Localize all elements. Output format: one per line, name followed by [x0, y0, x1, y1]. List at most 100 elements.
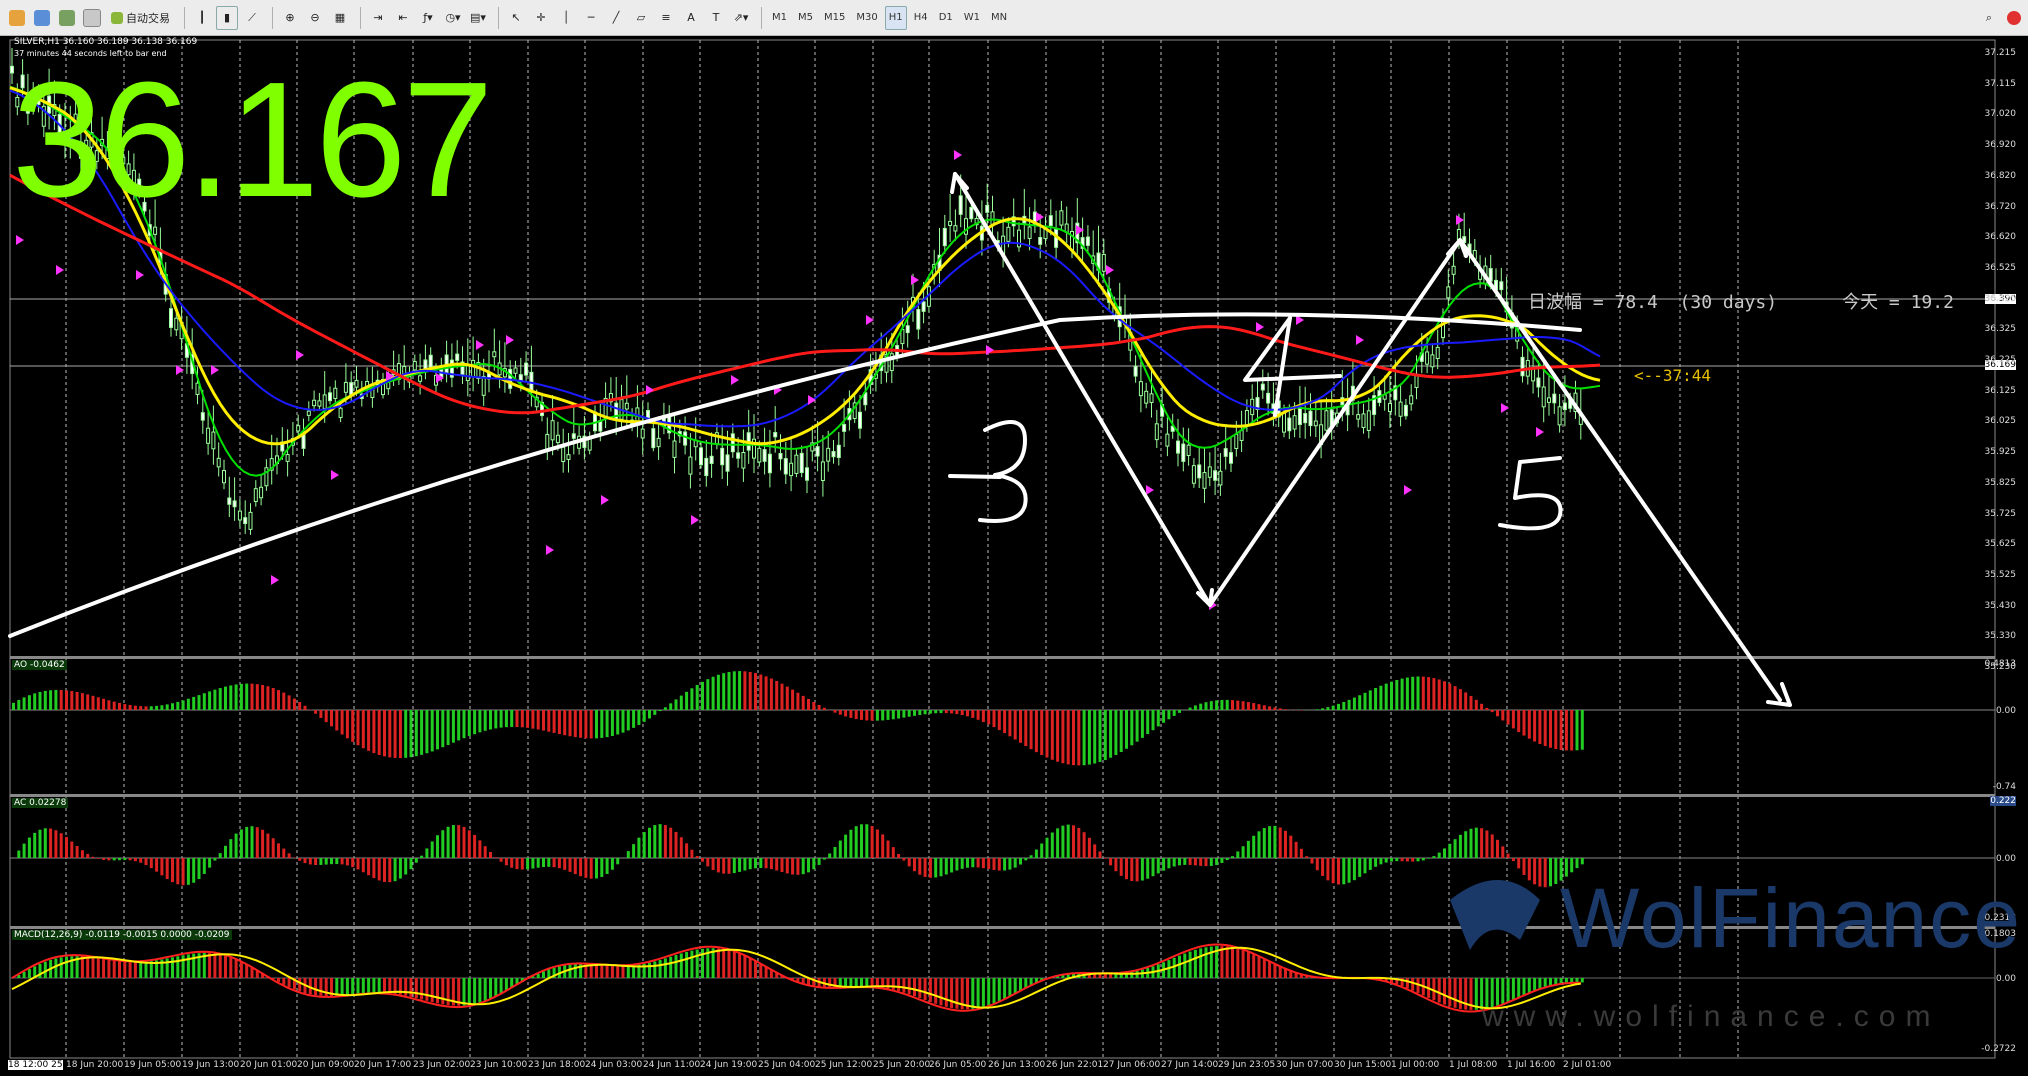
candle-body — [640, 428, 645, 439]
time-axis-label: 20 Jun 01:00 — [240, 1060, 298, 1070]
candle-body — [1292, 415, 1297, 430]
histogram-bar — [1087, 837, 1091, 858]
zoom-out-icon[interactable]: ⊖ — [304, 6, 326, 30]
histogram-bar — [727, 950, 731, 978]
symbol-info: SILVER,H1 36.160 36.189 36.138 36.169 — [14, 37, 198, 47]
time-axis-label: 1 Jul 08:00 — [1449, 1060, 1498, 1070]
histogram-bar — [817, 858, 821, 865]
candle-body — [815, 446, 820, 457]
histogram-bar — [1061, 825, 1065, 858]
timeframe-h1-button[interactable]: H1 — [884, 5, 907, 30]
histogram-bar — [1554, 858, 1558, 884]
histogram-bar — [780, 858, 784, 872]
histogram-bar — [351, 710, 355, 742]
histogram-bar — [738, 858, 742, 872]
text-icon[interactable]: A — [680, 6, 702, 30]
line-chart-icon[interactable]: ⟋ — [241, 6, 263, 30]
new-order-icon[interactable] — [6, 6, 28, 30]
timeframe-m30-button[interactable]: M30 — [852, 6, 881, 30]
histogram-bar — [966, 858, 969, 868]
histogram-bar — [1024, 858, 1028, 861]
candlestick-icon[interactable]: ▮ — [216, 5, 238, 30]
histogram-bar — [398, 858, 402, 879]
fibonacci-icon[interactable]: ≡ — [655, 6, 677, 30]
tile-windows-icon[interactable]: ▦ — [329, 6, 351, 30]
histogram-bar — [573, 964, 577, 978]
chart-shift-icon[interactable]: ⇤ — [392, 6, 414, 30]
histogram-bar — [1390, 858, 1393, 862]
text-label-icon[interactable]: T — [705, 6, 727, 30]
fractal-arrow — [731, 375, 739, 385]
zoom-in-icon[interactable]: ⊕ — [279, 6, 301, 30]
histogram-bar — [1421, 676, 1425, 710]
histogram-bar — [155, 705, 159, 710]
crosshair-icon[interactable]: ✛ — [530, 6, 552, 30]
histogram-bar — [1543, 858, 1547, 888]
autoscroll-icon[interactable]: ⇥ — [367, 6, 389, 30]
periods-icon[interactable]: ◷▾ — [442, 6, 464, 30]
timeframe-d1-button[interactable]: D1 — [935, 6, 957, 30]
histogram-bar — [674, 699, 678, 710]
search-icon[interactable]: ⌕ — [1978, 6, 2000, 30]
histogram-bar — [494, 978, 498, 997]
alert-icon[interactable] — [2003, 6, 2025, 30]
histogram-bar — [1125, 858, 1128, 880]
histogram-bar — [462, 710, 466, 739]
histogram-bar — [451, 825, 455, 858]
histogram-bar — [515, 710, 519, 728]
profile-icon[interactable] — [31, 6, 53, 30]
histogram-bar — [679, 837, 683, 858]
histogram-bar — [1315, 858, 1319, 871]
trendline-icon[interactable]: ╱ — [605, 6, 627, 30]
histogram-bar — [1501, 710, 1505, 721]
timeframe-m1-button[interactable]: M1 — [768, 6, 791, 30]
histogram-bar — [123, 961, 127, 978]
range-info: 日波幅 = 78.4 (30 days) 今天 = 19.2 — [1528, 292, 1954, 313]
candle-body — [741, 452, 746, 469]
indicators-icon[interactable]: ƒ▾ — [417, 6, 439, 30]
histogram-bar — [775, 680, 779, 710]
time-axis-label: 25 Jun 04:00 — [758, 1060, 816, 1070]
histogram-bar — [1061, 710, 1065, 764]
histogram-bar — [950, 858, 954, 873]
histogram-bar — [1527, 710, 1531, 739]
bar-chart-icon[interactable]: ┃ — [191, 6, 213, 30]
histogram-bar — [1352, 697, 1356, 710]
templates-icon[interactable]: ▤▾ — [467, 6, 489, 30]
market-watch-icon[interactable] — [56, 6, 78, 30]
navigator-icon[interactable] — [81, 6, 103, 30]
histogram-bar — [298, 858, 302, 861]
histogram-bar — [483, 846, 487, 858]
vertical-line-icon[interactable]: │ — [555, 6, 577, 30]
histogram-bar — [96, 958, 100, 978]
timeframe-h4-button[interactable]: H4 — [910, 6, 932, 30]
cursor-icon[interactable]: ↖ — [505, 6, 527, 30]
horizontal-line-icon[interactable]: ─ — [580, 6, 602, 30]
histogram-bar — [441, 830, 445, 858]
histogram-bar — [992, 978, 996, 1004]
timeframe-m15-button[interactable]: M15 — [820, 6, 849, 30]
timeframe-mn-button[interactable]: MN — [987, 6, 1011, 30]
histogram-bar — [1384, 683, 1388, 710]
autotrade-icon — [111, 11, 123, 24]
histogram-bar — [828, 978, 832, 988]
histogram-bar — [118, 702, 121, 710]
arrows-icon[interactable]: ⇗▾ — [730, 6, 752, 30]
channel-icon[interactable]: ▱ — [630, 6, 652, 30]
autotrade-button[interactable]: 自动交易 — [106, 6, 175, 30]
histogram-bar — [409, 858, 413, 870]
histogram-bar — [12, 702, 15, 710]
histogram-bar — [1167, 710, 1171, 720]
histogram-bar — [49, 690, 53, 710]
histogram-bar — [1029, 855, 1033, 858]
histogram-bar — [1257, 831, 1261, 858]
histogram-bar — [648, 962, 651, 978]
macd-min: -0.2722 — [1981, 1044, 2016, 1054]
time-axis-label: 18 Jun 20:00 — [66, 1060, 124, 1070]
price-axis-label: 36.025 — [1984, 416, 2017, 427]
histogram-bar — [324, 710, 328, 723]
timeframe-m5-button[interactable]: M5 — [794, 6, 817, 30]
fractal-arrow — [476, 340, 484, 350]
histogram-bar — [282, 692, 286, 710]
timeframe-w1-button[interactable]: W1 — [960, 6, 984, 30]
